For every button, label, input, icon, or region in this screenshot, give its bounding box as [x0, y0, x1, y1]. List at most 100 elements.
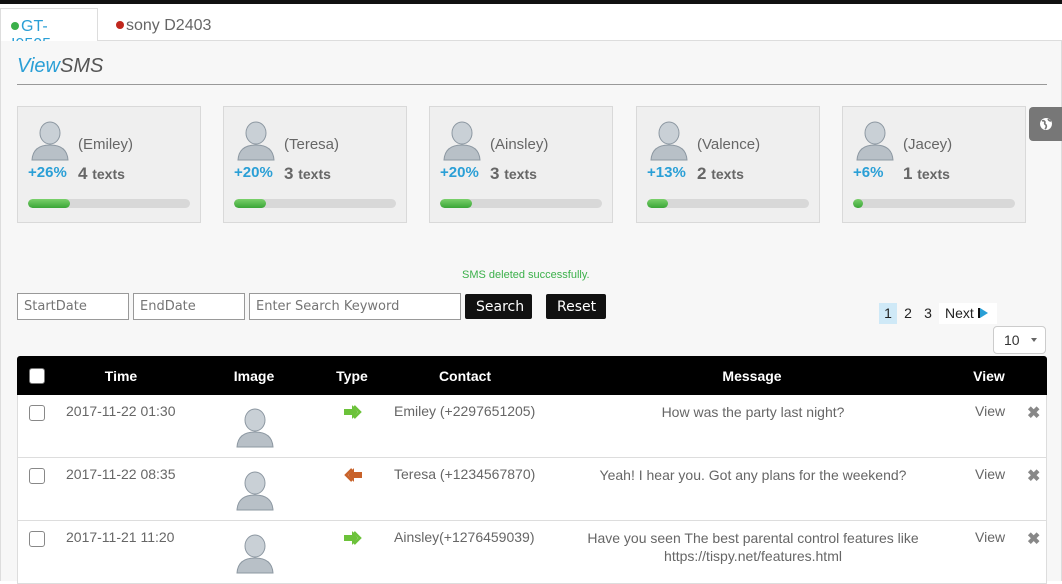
avatar-icon — [650, 121, 688, 161]
contact-image — [235, 532, 275, 574]
chevron-down-icon — [1031, 338, 1037, 342]
progress-bar — [647, 199, 809, 208]
text-count-value: 2 — [697, 164, 707, 183]
view-link[interactable]: View — [975, 466, 1005, 482]
row-checkbox[interactable] — [29, 468, 45, 484]
table-row: 2017-11-22 01:30 Emiley (+2297651205) How … — [17, 395, 1047, 458]
row-message: Have you seen The best parental control … — [587, 530, 919, 564]
progress-fill — [234, 199, 267, 208]
device-tabs: GT-I9505 sony D2403 — [0, 4, 1062, 53]
avatar-icon — [236, 408, 274, 448]
row-time: 2017-11-22 01:30 — [66, 403, 176, 419]
progress-fill — [853, 199, 863, 208]
row-message: Yeah! I hear you. Got any plans for the … — [599, 467, 907, 483]
contact-name: (Teresa) — [284, 136, 340, 153]
avatar — [855, 119, 895, 161]
page-2-link[interactable]: 2 — [899, 303, 917, 324]
row-checkbox[interactable] — [29, 531, 45, 547]
contact-card[interactable]: (Teresa) +20% 3 texts — [223, 106, 407, 223]
online-status-dot — [11, 22, 19, 30]
contact-name: (Jacey) — [903, 136, 953, 153]
contact-percent: +20% — [440, 164, 479, 181]
delete-icon[interactable]: ✖ — [1027, 529, 1040, 549]
avatar-icon — [443, 121, 481, 161]
offline-status-dot — [116, 21, 124, 29]
tab-sony-d2403[interactable]: sony D2403 — [106, 8, 221, 42]
view-link[interactable]: View — [975, 529, 1005, 545]
avatar — [649, 119, 689, 161]
title-divider — [17, 84, 1047, 85]
row-time: 2017-11-22 08:35 — [66, 466, 176, 482]
outgoing-arrow-icon — [344, 531, 362, 545]
progress-bar — [440, 199, 602, 208]
row-contact: Teresa (+1234567870) — [394, 466, 536, 482]
column-time: Time — [104, 368, 138, 384]
avatar — [442, 119, 482, 161]
text-count: 3 texts — [284, 164, 331, 184]
sms-table: Time Image Type Contact Message View 201… — [17, 356, 1047, 584]
text-count-unit: texts — [92, 166, 125, 182]
progress-bar — [28, 199, 190, 208]
row-contact: Ainsley(+1276459039) — [394, 529, 535, 545]
page-size-value: 10 — [1004, 332, 1020, 348]
contact-name: (Ainsley) — [490, 136, 549, 153]
text-count: 1 texts — [903, 164, 950, 184]
text-count-unit: texts — [298, 166, 331, 182]
contact-percent: +26% — [28, 164, 67, 181]
status-message: SMS deleted successfully. — [462, 269, 590, 281]
end-date-input[interactable] — [133, 293, 245, 320]
row-message: How was the party last night? — [661, 404, 845, 420]
next-page-button[interactable]: Next — [939, 303, 997, 324]
text-count-value: 4 — [78, 164, 88, 183]
text-count-value: 3 — [284, 164, 294, 183]
globe-button[interactable] — [1029, 107, 1062, 141]
text-count: 4 texts — [78, 164, 125, 184]
contact-card[interactable]: (Ainsley) +20% 3 texts — [429, 106, 613, 223]
table-row: 2017-11-22 08:35 Teresa (+1234567870) Yeah… — [17, 458, 1047, 521]
contact-card[interactable]: (Jacey) +6% 1 texts — [842, 106, 1026, 223]
column-view: View — [973, 368, 1005, 384]
avatar — [236, 119, 276, 161]
next-arrow-icon — [977, 308, 988, 318]
table-row: 2017-11-21 11:20 Ainsley(+1276459039) Have… — [17, 521, 1047, 584]
page-3-link[interactable]: 3 — [919, 303, 937, 324]
avatar-icon — [856, 121, 894, 161]
delete-icon[interactable]: ✖ — [1027, 403, 1040, 423]
search-button[interactable]: Search — [465, 294, 532, 319]
text-count-unit: texts — [504, 166, 537, 182]
contact-name: (Valence) — [697, 136, 761, 153]
row-contact: Emiley (+2297651205) — [394, 403, 536, 419]
column-message: Message — [722, 368, 782, 384]
text-count-unit: texts — [711, 166, 744, 182]
contact-card[interactable]: (Emiley) +26% 4 texts — [17, 106, 201, 223]
text-count-value: 1 — [903, 164, 913, 183]
progress-bar — [853, 199, 1015, 208]
globe-icon — [1040, 118, 1052, 130]
page-size-select[interactable]: 10 — [993, 326, 1046, 354]
search-input[interactable] — [249, 293, 461, 320]
page-title-part2: SMS — [60, 55, 104, 77]
avatar-icon — [237, 121, 275, 161]
incoming-arrow-icon — [344, 468, 362, 482]
contact-percent: +20% — [234, 164, 273, 181]
progress-fill — [28, 199, 71, 208]
select-all-checkbox[interactable] — [29, 368, 45, 384]
text-count-unit: texts — [917, 166, 950, 182]
contact-image — [235, 469, 275, 511]
reset-button[interactable]: Reset — [546, 294, 606, 319]
tab-label: sony D2403 — [126, 17, 212, 34]
view-link[interactable]: View — [975, 403, 1005, 419]
contact-card[interactable]: (Valence) +13% 2 texts — [636, 106, 820, 223]
delete-icon[interactable]: ✖ — [1027, 466, 1040, 486]
start-date-input[interactable] — [17, 293, 129, 320]
row-checkbox[interactable] — [29, 405, 45, 421]
page-1-link[interactable]: 1 — [879, 303, 897, 324]
contact-percent: +13% — [647, 164, 686, 181]
progress-fill — [440, 199, 473, 208]
contact-percent: +6% — [853, 164, 884, 181]
column-image: Image — [233, 368, 275, 384]
avatar — [30, 119, 70, 161]
text-count: 2 texts — [697, 164, 744, 184]
avatar-icon — [236, 534, 274, 574]
page-title: ViewSMS — [17, 55, 103, 78]
